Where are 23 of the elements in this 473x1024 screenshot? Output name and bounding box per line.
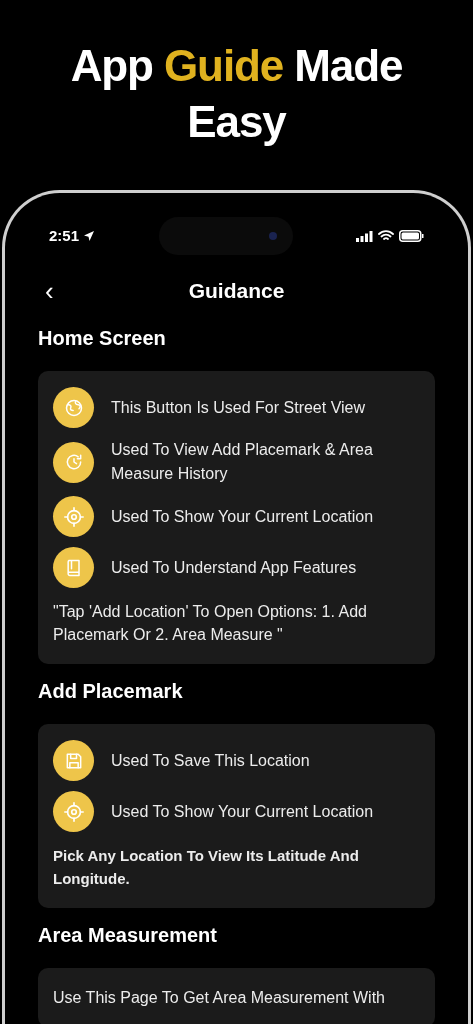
section-heading: Add Placemark bbox=[38, 679, 184, 704]
globe-icon bbox=[63, 397, 84, 418]
guide-note: Pick Any Location To View Its Latitude And Longitude. bbox=[53, 846, 360, 889]
wifi-icon bbox=[378, 230, 394, 242]
target-icon bbox=[62, 800, 85, 823]
guide-text: Used To Show Your Current Location bbox=[111, 801, 374, 822]
guide-text: This Button Is Used For Street View bbox=[111, 397, 366, 418]
guide-text: Used To Understand App Features bbox=[111, 557, 357, 578]
guide-note: "Tap 'Add Location' To Open Options: 1. Add Placemark Or 2. Area Measure " bbox=[53, 602, 368, 645]
back-button[interactable]: ‹ bbox=[45, 278, 54, 304]
headline: App Guide Made Easy bbox=[69, 40, 404, 148]
guide-text: Used To View Add Placemark & Area Measure History bbox=[111, 440, 374, 484]
section-heading: Home Screen bbox=[38, 326, 167, 351]
location-arrow-icon bbox=[83, 230, 96, 242]
guide-text: Used To Show Your Current Location bbox=[111, 506, 374, 527]
target-icon bbox=[62, 505, 85, 528]
battery-icon bbox=[399, 230, 424, 242]
signal-icon bbox=[356, 230, 373, 242]
section-heading: Area Measurement bbox=[38, 923, 218, 948]
guide-text: Used To Save This Location bbox=[111, 750, 310, 771]
status-time: 2:51 bbox=[49, 225, 80, 246]
page-title: Guidance bbox=[188, 278, 285, 305]
guide-note: Use This Page To Get Area Measurement With bbox=[53, 988, 386, 1008]
